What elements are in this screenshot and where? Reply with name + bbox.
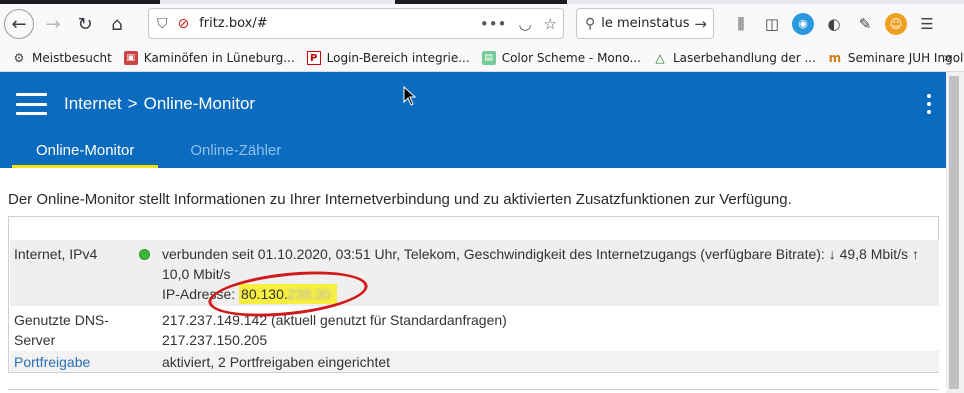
- pocket-icon[interactable]: ◡: [518, 15, 531, 33]
- hamburger-menu-icon[interactable]: [16, 93, 47, 115]
- chevron-double-right-icon[interactable]: »: [943, 50, 952, 66]
- c-icon: ▤: [481, 50, 496, 65]
- row-label: Internet, IPv4: [14, 246, 98, 262]
- bookmark-label: Login-Bereich integrie...: [326, 50, 470, 65]
- breadcrumb-root[interactable]: Internet: [64, 94, 122, 113]
- bookmark-star-icon[interactable]: ☆: [544, 15, 557, 33]
- breadcrumb: Internet > Online-Monitor: [64, 94, 255, 114]
- bookmark-label: Meistbesucht: [32, 50, 112, 65]
- navigation-toolbar: ← → ↻ ⌂ ⛉ ⊘ fritz.box/# ••• ◡ ☆ ⚲ le mei…: [0, 4, 964, 44]
- main-content: Der Online-Monitor stellt Informationen …: [0, 168, 946, 393]
- intro-text: Der Online-Monitor stellt Informationen …: [8, 191, 792, 208]
- row-value: 217.237.149.142 (aktuell genutzt für Sta…: [162, 310, 932, 350]
- bookmarks-bar: ⚙ Meistbesucht ▣ Kaminöfen in Lüneburg..…: [0, 44, 964, 72]
- portfreigabe-link[interactable]: Portfreigabe: [14, 352, 124, 372]
- url-bar[interactable]: ⛉ ⊘ fritz.box/# ••• ◡ ☆: [148, 8, 564, 39]
- bookmark-item[interactable]: ⚙ Meistbesucht: [12, 51, 112, 65]
- menu-icon[interactable]: ☰: [916, 13, 938, 35]
- scrollbar-thumb[interactable]: [949, 76, 959, 389]
- l-icon: △: [655, 50, 665, 65]
- m-icon: m: [828, 50, 842, 65]
- table-row: Portfreigabe aktiviert, 2 Portfreigaben …: [10, 351, 939, 372]
- table-row: Internet, IPv4 verbunden seit 01.10.2020…: [10, 240, 939, 306]
- dns-secondary: 217.237.150.205: [162, 332, 268, 348]
- extension-account-icon[interactable]: ◐: [823, 13, 845, 35]
- arrow-right-icon: →: [45, 13, 61, 35]
- page-header: Internet > Online-Monitor Online-Monitor O…: [0, 72, 946, 168]
- shield-icon[interactable]: ⛉: [157, 16, 168, 32]
- connection-info: verbunden seit 01.10.2020, 03:51 Uhr, Te…: [162, 246, 919, 262]
- row-value: aktiviert, 2 Portfreigaben eingerichtet: [162, 354, 391, 370]
- extension-monkey-icon[interactable]: ☺: [885, 12, 907, 35]
- search-icon: ⚲: [585, 15, 596, 32]
- extension-globe-icon[interactable]: ◉: [792, 12, 814, 35]
- page-title: Online-Monitor: [143, 94, 256, 113]
- kebab-menu-icon[interactable]: [926, 94, 932, 114]
- bookmark-item[interactable]: ▤ Color Scheme - Mono...: [481, 50, 641, 65]
- k-icon: ▣: [123, 50, 138, 65]
- url-text[interactable]: fritz.box/#: [199, 16, 267, 31]
- bookmark-label: Kaminöfen in Lüneburg...: [143, 50, 295, 65]
- tab-bar: Online-Monitor Online-Zähler: [12, 140, 305, 168]
- tab-online-monitor[interactable]: Online-Monitor: [12, 140, 159, 168]
- bookmark-item[interactable]: P Login-Bereich integrie...: [306, 50, 470, 65]
- bookmark-label: Color Scheme - Mono...: [501, 50, 641, 65]
- breadcrumb-separator: >: [127, 94, 138, 113]
- p-icon: P: [306, 50, 321, 65]
- status-ok-icon: [139, 249, 150, 260]
- extension-pen-icon[interactable]: ✎: [854, 13, 876, 35]
- more-actions-icon[interactable]: •••: [480, 15, 507, 33]
- bookmark-item[interactable]: ▣ Kaminöfen in Lüneburg...: [123, 50, 295, 65]
- reload-button[interactable]: ↻: [69, 8, 101, 40]
- gear-icon: ⚙: [13, 50, 25, 65]
- status-table: Internet, IPv4 verbunden seit 01.10.2020…: [8, 216, 939, 373]
- search-bar[interactable]: ⚲ le meinstatus →: [576, 8, 714, 39]
- bookmark-label: Laserbehandlung der ...: [672, 50, 816, 65]
- home-icon: ⌂: [111, 13, 123, 35]
- row-label: Genutzte DNS-Server: [14, 312, 109, 348]
- tab-online-zaehler[interactable]: Online-Zähler: [158, 140, 305, 168]
- divider: [8, 389, 939, 390]
- back-button[interactable]: ←: [4, 9, 34, 39]
- insecure-lock-icon[interactable]: ⊘: [178, 16, 190, 32]
- reload-icon: ↻: [77, 13, 93, 35]
- sidebar-icon[interactable]: ◫: [761, 13, 783, 35]
- forward-button[interactable]: →: [37, 8, 69, 40]
- url-bar-actions: ••• ◡ ☆: [480, 9, 557, 38]
- search-go-icon[interactable]: →: [694, 15, 707, 33]
- toolbar-extensions: ⫼ ◫ ◉ ◐ ✎ ☺ ☰: [730, 8, 938, 39]
- home-button[interactable]: ⌂: [101, 8, 133, 40]
- arrow-left-icon: ←: [11, 13, 27, 35]
- table-row: Genutzte DNS-Server 217.237.149.142 (akt…: [10, 306, 939, 350]
- search-input[interactable]: le meinstatus: [601, 16, 689, 31]
- bookmark-item[interactable]: △ Laserbehandlung der ...: [653, 51, 816, 65]
- library-icon[interactable]: ⫼: [730, 13, 752, 35]
